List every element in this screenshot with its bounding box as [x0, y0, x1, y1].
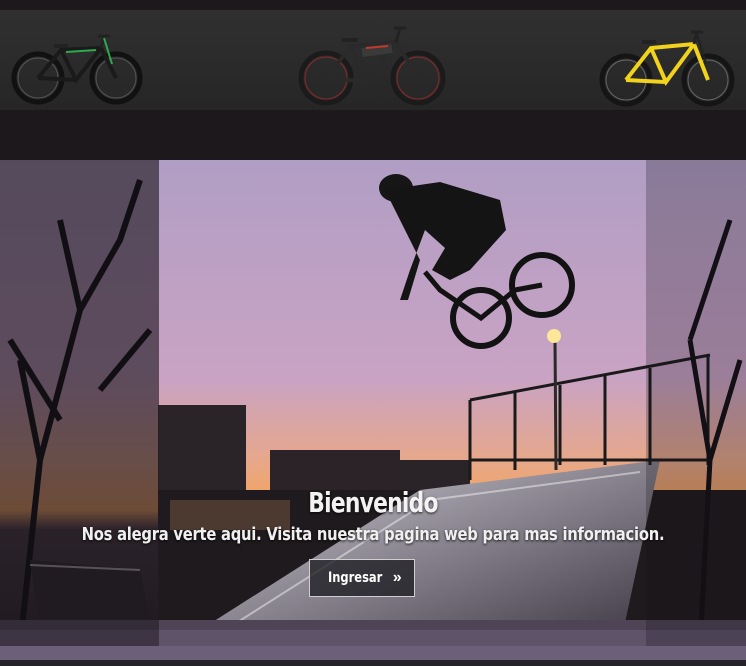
hero-title: Bienvenido [308, 486, 438, 519]
mountain-bike-yellow-icon[interactable] [596, 16, 746, 108]
hero-subtitle: Nos alegra verte aqui. Visita nuestra pa… [81, 524, 665, 545]
double-chevron-right-icon: » [392, 569, 402, 586]
enter-button[interactable]: Ingresar » [309, 559, 415, 597]
header-spacer [0, 110, 746, 160]
mountain-bike-green-icon[interactable] [6, 16, 156, 108]
footer-edge [0, 660, 746, 666]
hero-left-shade [0, 160, 159, 646]
electric-bike-red-icon[interactable] [296, 16, 446, 108]
enter-button-label: Ingresar [328, 570, 383, 586]
hero-banner: Bienvenido Nos alegra verte aqui. Visita… [0, 160, 746, 646]
top-strip [0, 0, 746, 10]
bottom-strip [0, 646, 746, 666]
bike-gallery-bar [0, 10, 746, 110]
hero-right-shade [646, 160, 746, 646]
